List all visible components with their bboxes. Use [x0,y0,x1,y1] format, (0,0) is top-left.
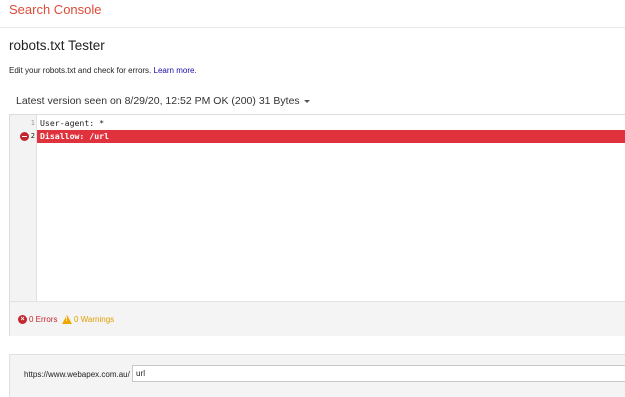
version-label: Latest version seen on 8/29/20, 12:52 PM… [16,95,300,107]
url-input[interactable] [132,365,625,382]
line-number: 1 [30,119,35,127]
url-prefix: https://www.webapex.com.au/ [24,370,130,379]
intro-text: Edit your robots.txt and check for error… [9,66,197,75]
intro-label: Edit your robots.txt and check for error… [9,66,152,75]
learn-more-link[interactable]: Learn more. [154,66,197,75]
warnings-count: 0 Warnings [62,315,114,325]
code-line-error[interactable]: Disallow: /url [37,130,625,143]
status-bar: ×0 Errors 0 Warnings [10,301,625,336]
warnings-label: 0 Warnings [74,315,115,324]
page-title: robots.txt Tester [9,38,105,53]
version-dropdown[interactable]: Latest version seen on 8/29/20, 12:52 PM… [16,95,310,107]
errors-count: × 0 Errors [18,315,57,325]
line-number: 2 [30,132,35,140]
line-gutter: 1 2 [10,115,37,301]
robots-editor-panel: 1 2 User-agent: * Disallow: /url × 0 Erro… [9,114,625,336]
code-line[interactable]: User-agent: * [37,117,625,130]
caret-down-icon [303,99,310,103]
brand-title[interactable]: Search Console [9,2,102,17]
top-bar: Search Console [0,0,625,28]
errors-label: 0 Errors [29,315,58,324]
code-editor[interactable]: User-agent: * Disallow: /url [37,115,625,301]
url-test-panel: https://www.webapex.com.au/ [9,354,625,397]
x-circle-icon: × [18,315,27,325]
warning-icon [62,315,72,325]
